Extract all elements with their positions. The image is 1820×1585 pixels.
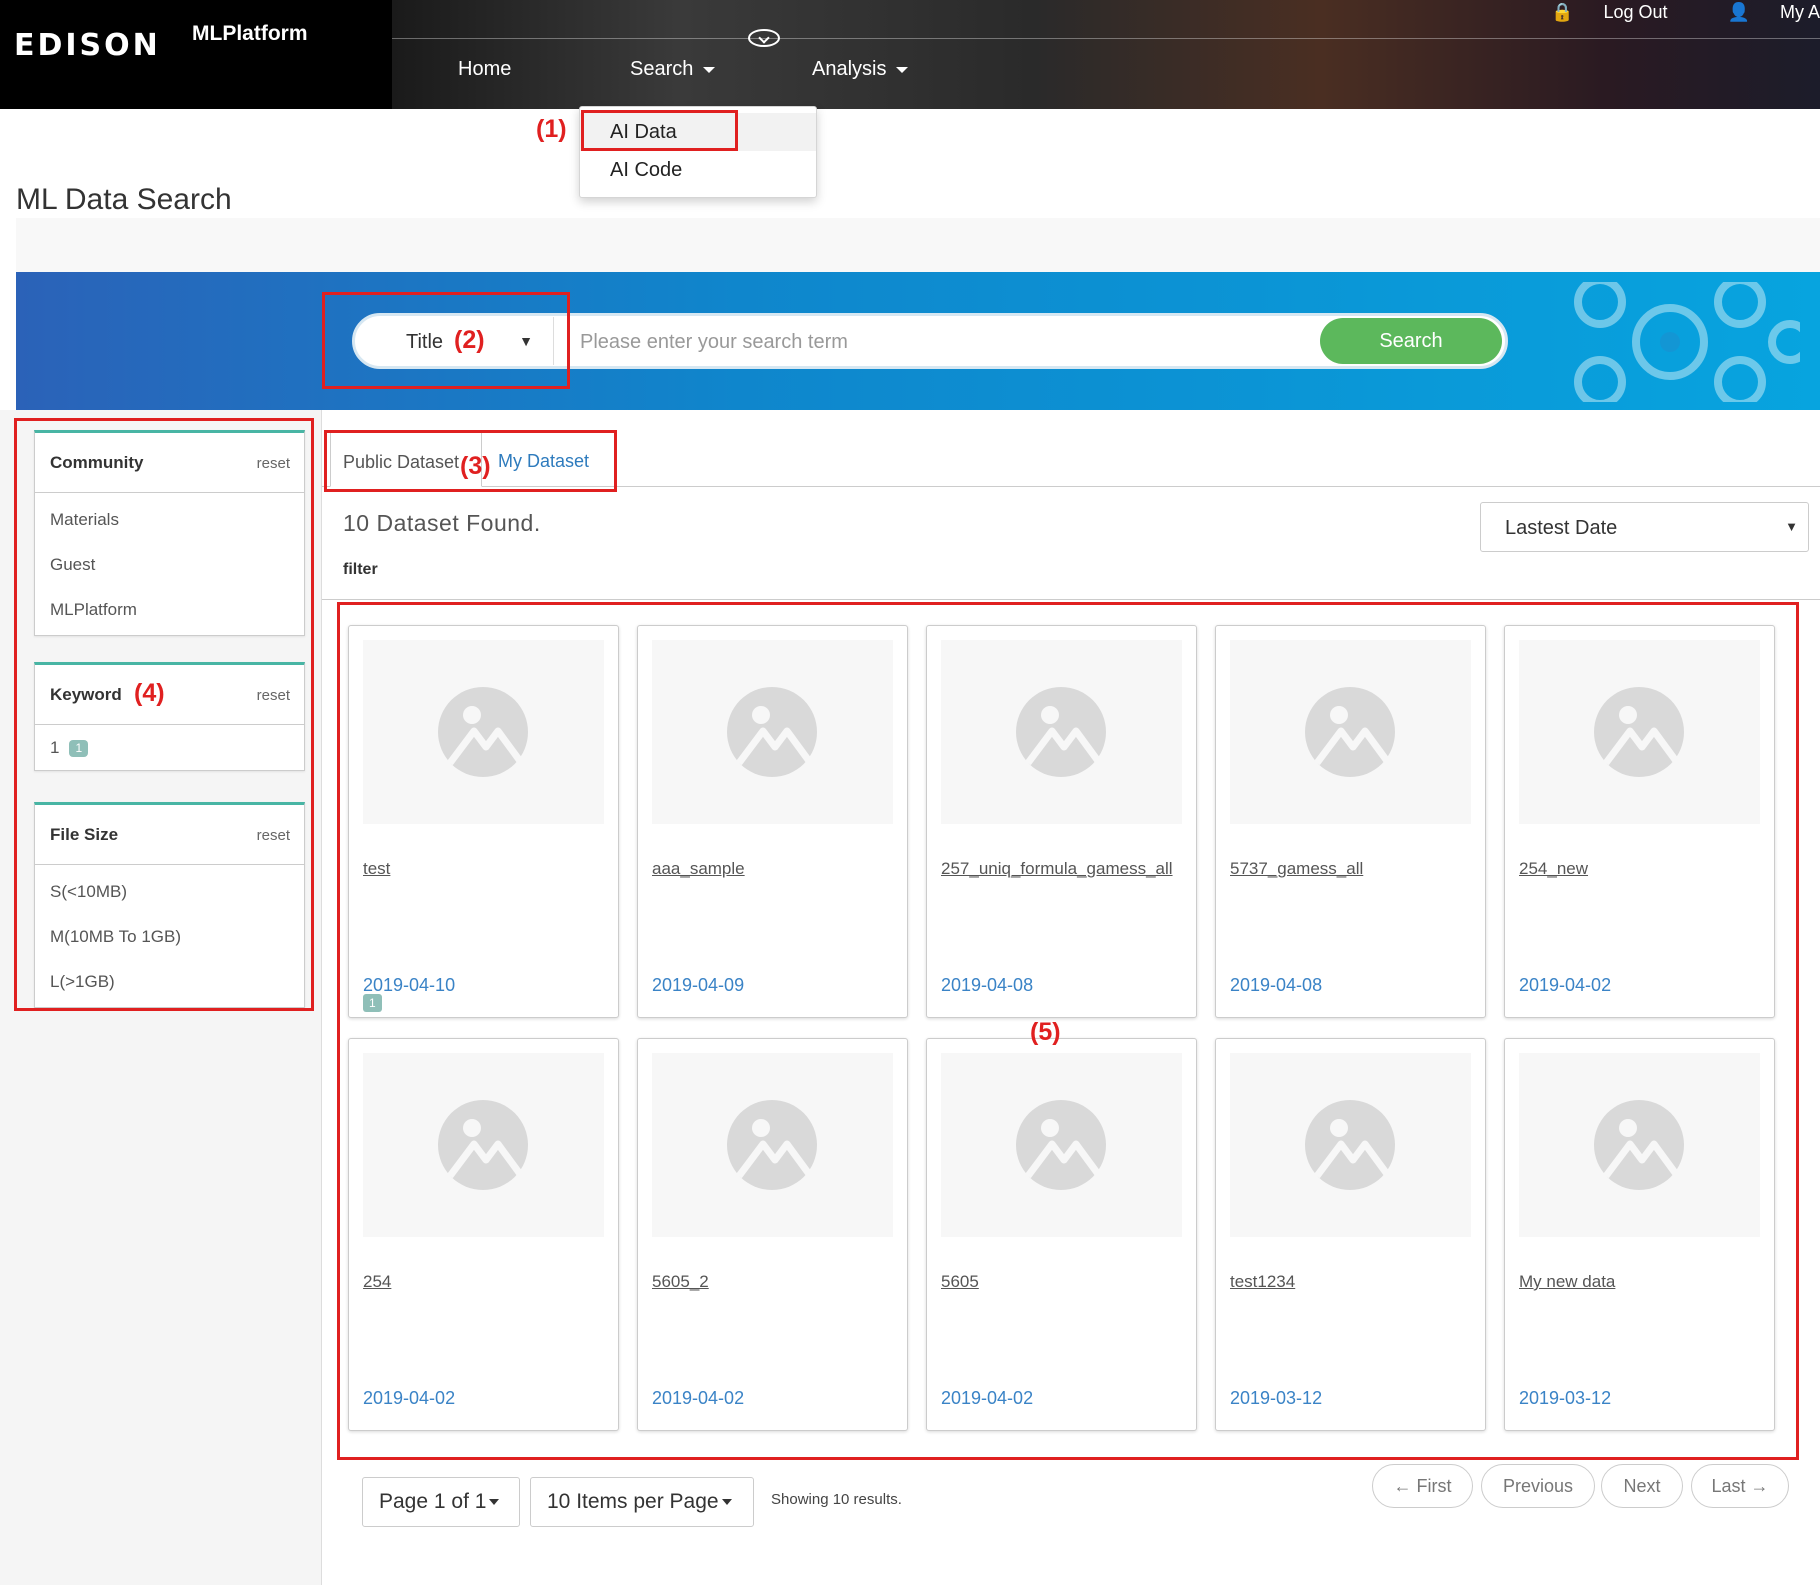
caret-down-icon <box>703 66 716 73</box>
platform-name[interactable]: MLPlatform <box>192 22 308 46</box>
previous-page-button[interactable]: Previous <box>1481 1464 1595 1508</box>
logout-link[interactable]: 🔒 Log Out <box>1521 2 1667 22</box>
nav-home[interactable]: Home <box>458 58 511 81</box>
results-count: 10 Dataset Found. <box>343 510 541 536</box>
per-page-value: 10 Items per Page <box>547 1490 719 1513</box>
first-page-button[interactable]: ← First <box>1372 1464 1473 1508</box>
annotation-box-1 <box>581 110 738 151</box>
snowflake-pattern-icon <box>1574 282 1800 402</box>
annotation-label-4: (4) <box>134 679 165 707</box>
annotation-box-2 <box>322 292 570 389</box>
search-button[interactable]: Search <box>1320 318 1502 364</box>
nav-search[interactable]: Search <box>630 58 716 81</box>
menu-item-ai-code[interactable]: AI Code <box>580 151 816 189</box>
search-input[interactable] <box>580 322 1320 362</box>
my-account-label: My A <box>1779 2 1820 22</box>
lock-icon: 🔒 <box>1551 2 1574 22</box>
next-page-button[interactable]: Next <box>1601 1464 1683 1508</box>
caret-down-icon: ▼ <box>1785 519 1798 534</box>
last-page-button[interactable]: Last → <box>1691 1464 1789 1508</box>
collapse-nav-icon[interactable] <box>748 29 780 47</box>
title-strip <box>16 218 1820 272</box>
page-select-value: Page 1 of 1 <box>379 1490 487 1513</box>
annotation-box-5 <box>337 602 1799 1460</box>
page-select[interactable]: Page 1 of 1 <box>362 1477 520 1527</box>
edison-logo[interactable]: EDISON <box>14 28 161 63</box>
brand-area: EDISON MLPlatform <box>0 0 392 109</box>
annotation-label-5: (5) <box>1030 1018 1061 1046</box>
nav-search-label: Search <box>630 58 694 80</box>
filter-label: filter <box>343 561 378 578</box>
nav-home-label: Home <box>458 58 512 80</box>
per-page-select[interactable]: 10 Items per Page <box>530 1477 754 1527</box>
annotation-label-3: (3) <box>460 452 491 480</box>
caret-down-icon <box>896 66 909 73</box>
sort-value: Lastest Date <box>1505 517 1618 539</box>
annotation-label-1: (1) <box>536 115 567 143</box>
navbar-divider <box>392 38 1820 39</box>
top-user-links: 🔒 Log Out 👤 My A <box>1491 2 1820 23</box>
top-navbar: EDISON MLPlatform Home Search Analysis 🔒… <box>0 0 1820 109</box>
nav-analysis-label: Analysis <box>812 58 887 80</box>
page-title: ML Data Search <box>16 183 232 216</box>
logout-label: Log Out <box>1603 2 1668 22</box>
nav-analysis[interactable]: Analysis <box>812 58 909 81</box>
annotation-label-2: (2) <box>454 326 485 354</box>
showing-results-text: Showing 10 results. <box>771 1491 902 1508</box>
annotation-box-4 <box>14 418 314 1011</box>
user-icon: 👤 <box>1727 2 1750 22</box>
my-account-link[interactable]: 👤 My A <box>1698 2 1820 22</box>
caret-down-icon <box>721 1499 732 1506</box>
results-divider <box>322 599 1820 600</box>
sort-select[interactable]: Lastest Date ▼ <box>1480 502 1809 552</box>
caret-down-icon <box>489 1499 500 1506</box>
